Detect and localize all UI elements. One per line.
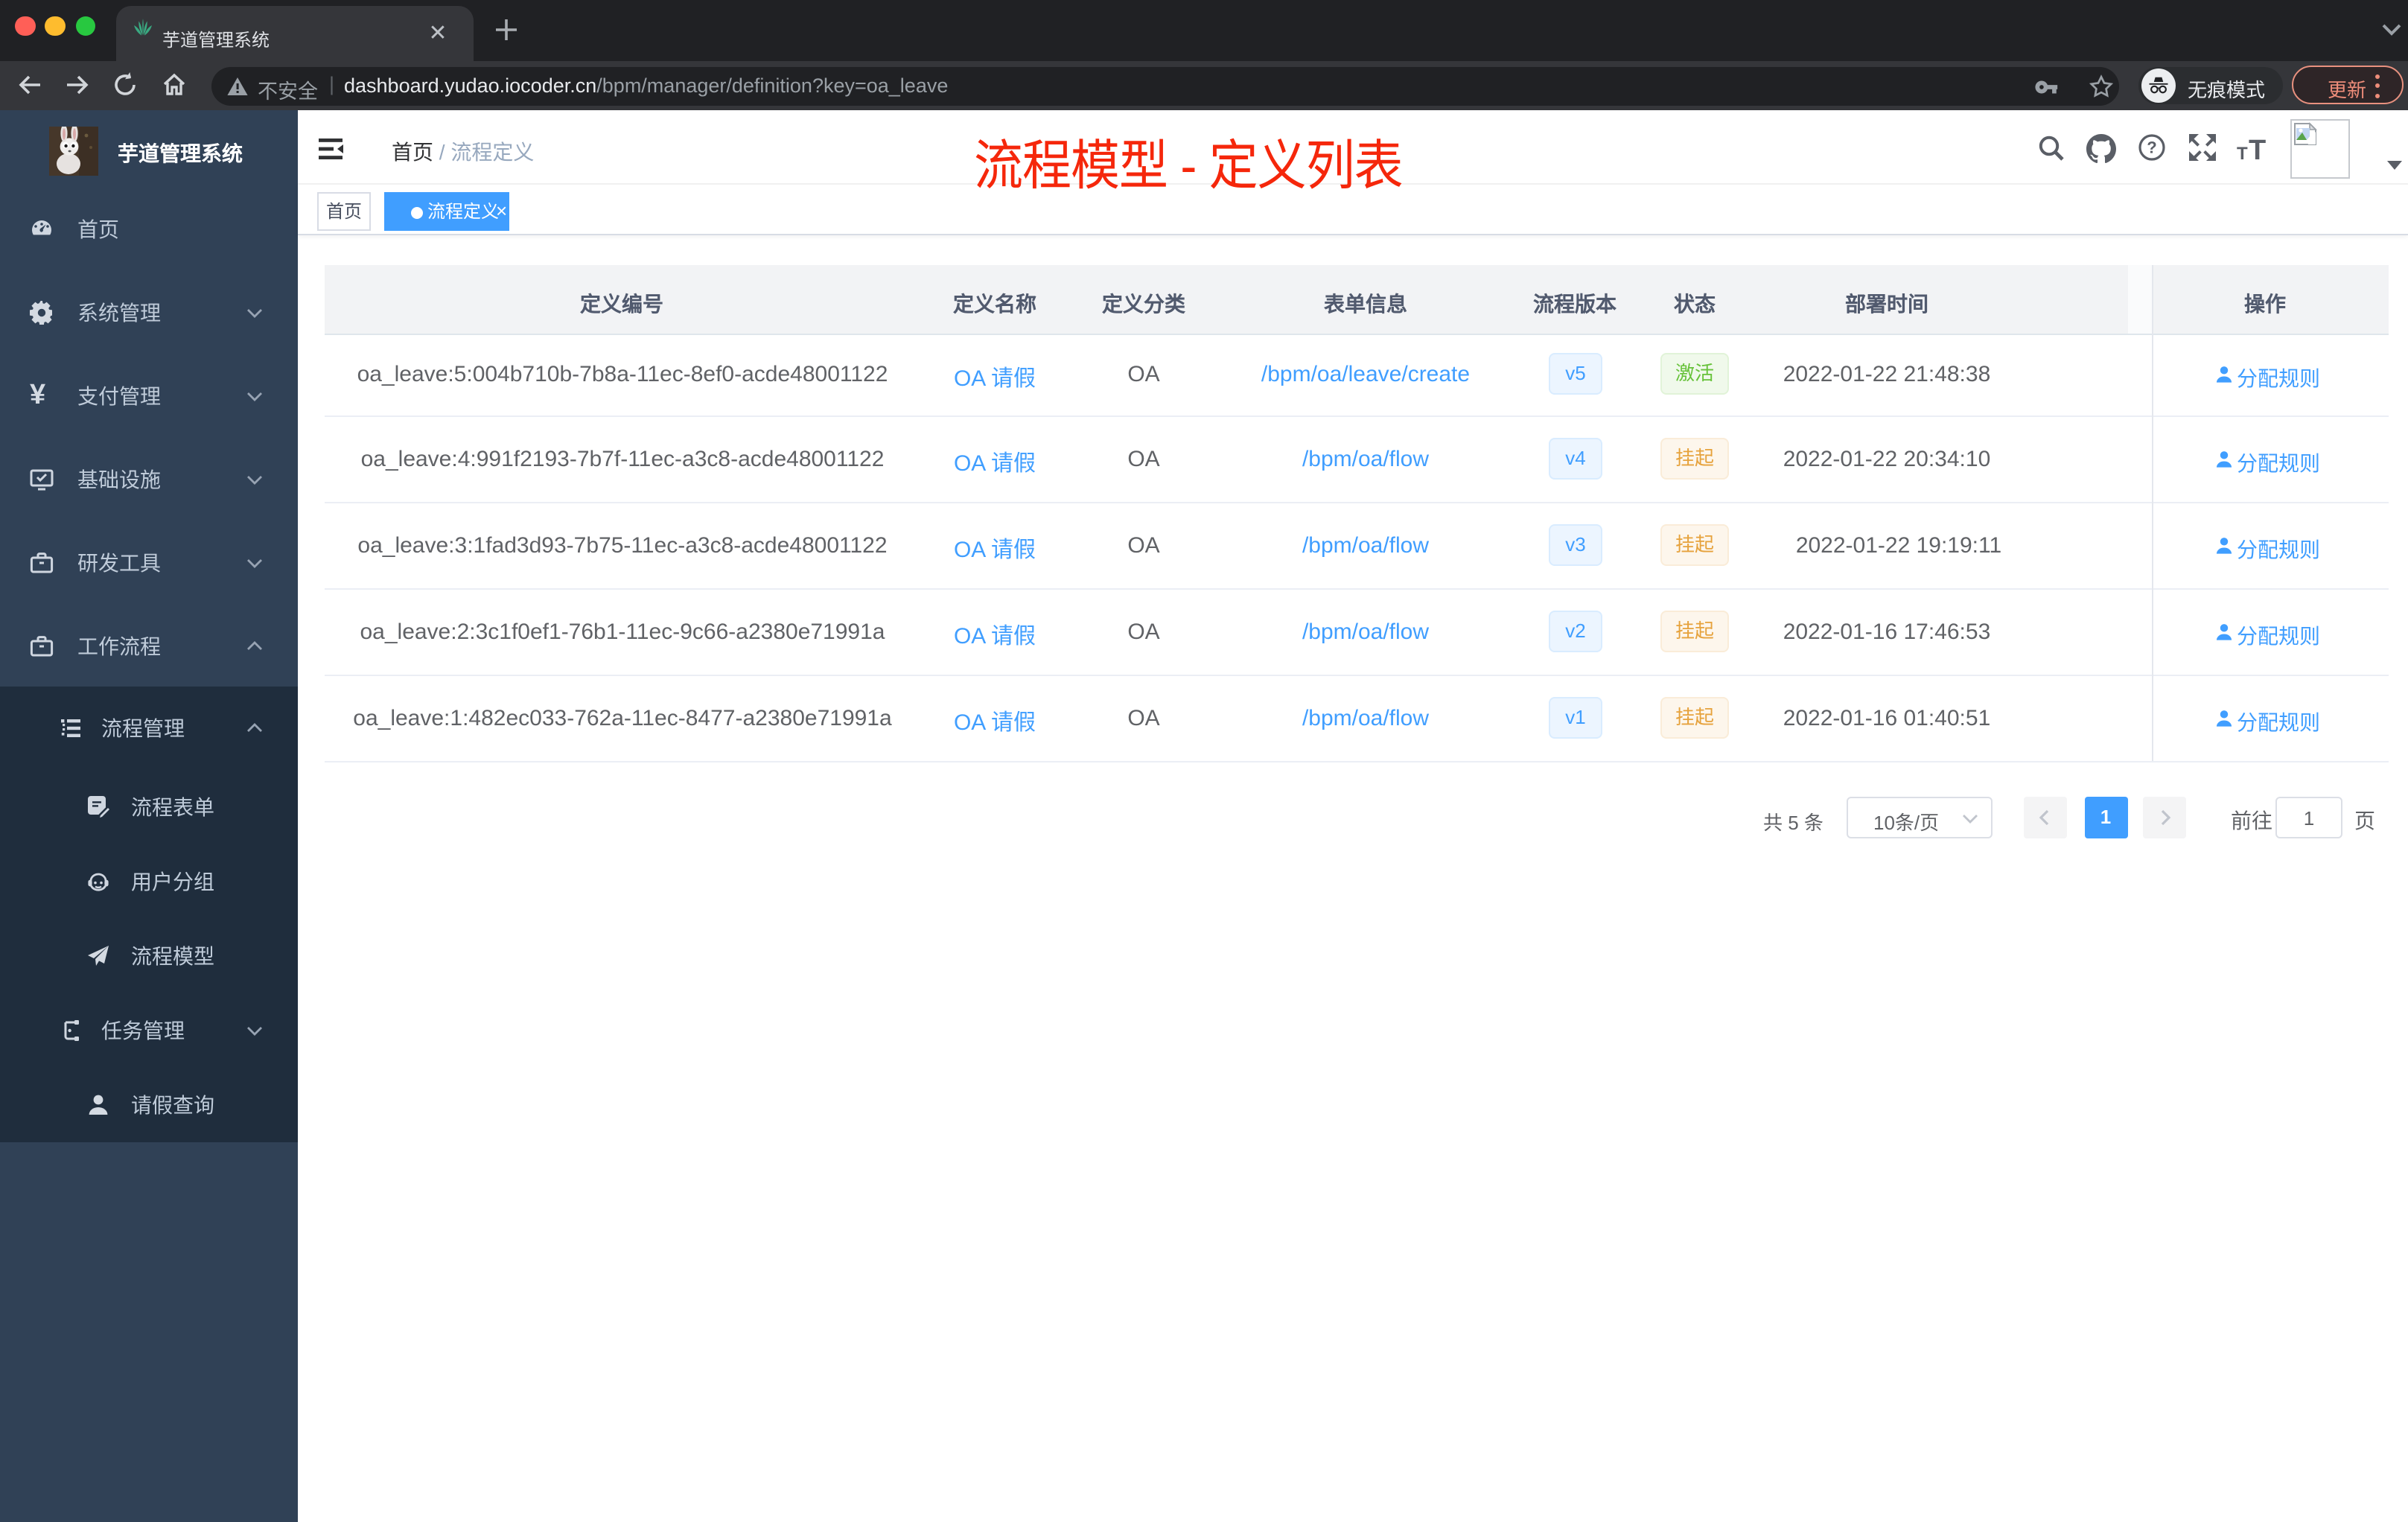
svg-text:?: ? bbox=[2147, 138, 2156, 157]
svg-text:T: T bbox=[2249, 135, 2266, 162]
svg-text:T: T bbox=[2237, 144, 2248, 162]
